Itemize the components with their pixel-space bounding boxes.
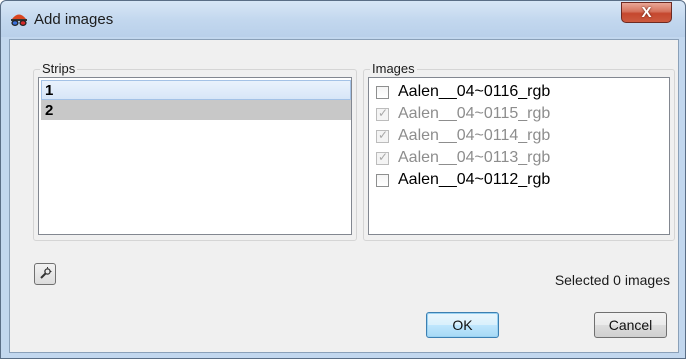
image-item-0116[interactable]: Aalen__04~0116_rgb [376, 81, 550, 103]
magic-wand-icon [40, 267, 52, 279]
image-checkbox: ✓ [376, 105, 389, 121]
strips-group: Strips 1 2 [33, 61, 357, 241]
checkmark-icon: ✓ [378, 127, 389, 142]
images-group: Images Aalen__04~0116_rgb ✓ Aalen__04~01… [363, 61, 675, 241]
window-title: Add images [34, 11, 114, 28]
magic-wand-button[interactable] [34, 263, 56, 285]
images-list[interactable]: Aalen__04~0116_rgb ✓ Aalen__04~0115_rgb … [368, 77, 670, 235]
image-item-0113: ✓ Aalen__04~0113_rgb [376, 147, 550, 169]
image-checkbox[interactable] [376, 173, 389, 187]
checkmark-icon: ✓ [378, 105, 389, 120]
ok-button[interactable]: OK [426, 312, 499, 338]
selected-count-text: Selected 0 images [554, 272, 670, 288]
strip-item-2[interactable]: 2 [41, 100, 351, 120]
image-name: Aalen__04~0115_rgb [398, 105, 551, 122]
image-checkbox: ✓ [376, 149, 389, 165]
image-name: Aalen__04~0112_rgb [398, 171, 551, 188]
close-icon: X [641, 4, 652, 21]
image-name: Aalen__04~0113_rgb [398, 149, 551, 166]
images-label: Images [370, 61, 417, 76]
image-name: Aalen__04~0116_rgb [398, 83, 551, 100]
title-bar[interactable]: Add images X [1, 1, 685, 37]
image-checkbox[interactable] [376, 85, 389, 99]
cancel-button[interactable]: Cancel [594, 312, 667, 338]
strips-label: Strips [40, 61, 78, 76]
strips-list[interactable]: 1 2 [38, 77, 352, 235]
image-item-0115: ✓ Aalen__04~0115_rgb [376, 103, 550, 125]
image-checkbox: ✓ [376, 127, 389, 143]
stereo-glasses-icon [11, 14, 27, 26]
image-item-0114: ✓ Aalen__04~0114_rgb [376, 125, 550, 147]
image-name: Aalen__04~0114_rgb [398, 127, 551, 144]
image-item-0112[interactable]: Aalen__04~0112_rgb [376, 169, 550, 191]
dialog-content: Strips 1 2 Images Aalen__04~0116_rgb ✓ A… [9, 39, 679, 353]
dialog-window: Add images X Strips 1 2 Images Aalen__04… [0, 0, 686, 359]
strip-item-1[interactable]: 1 [41, 80, 351, 100]
checkmark-icon: ✓ [378, 149, 389, 164]
close-button[interactable]: X [621, 2, 672, 23]
